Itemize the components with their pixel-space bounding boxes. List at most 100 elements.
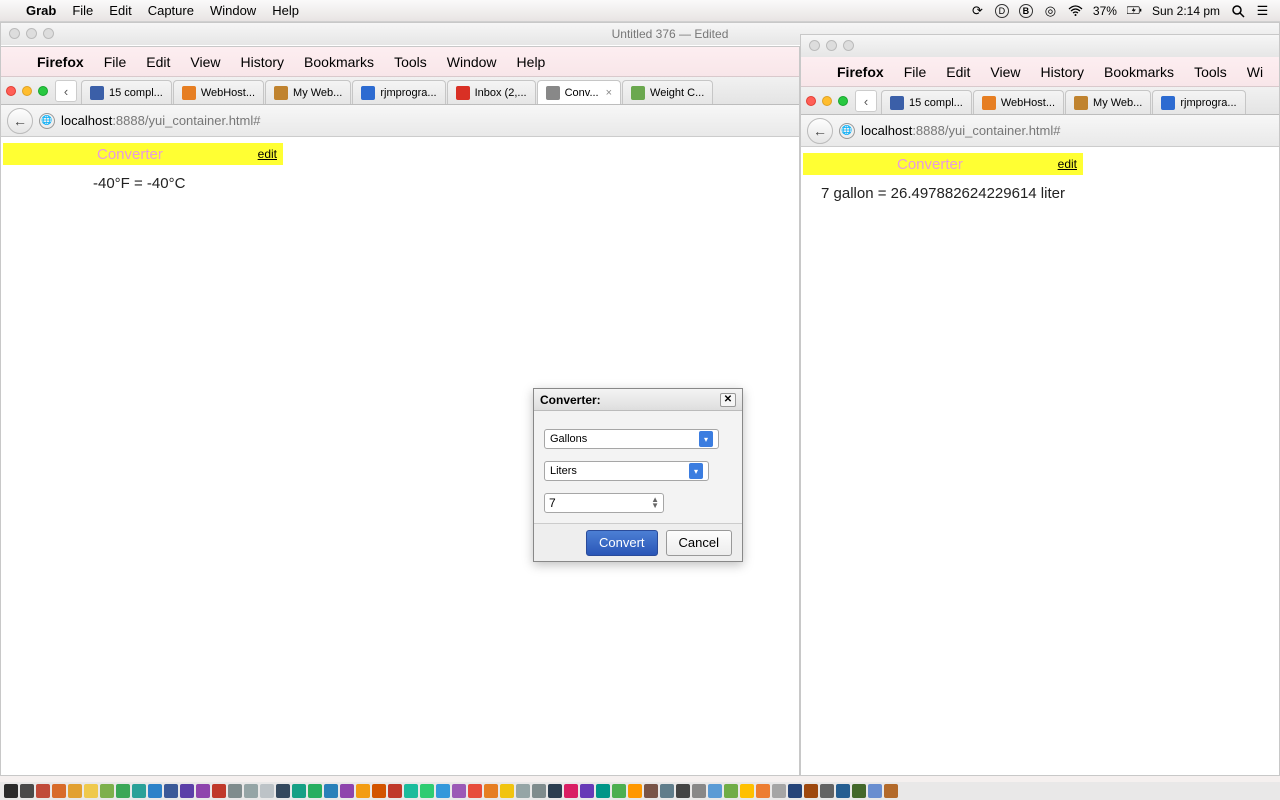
- to-unit-select[interactable]: Liters ▾: [544, 461, 709, 481]
- convert-button[interactable]: Convert: [586, 530, 658, 556]
- back-button[interactable]: ←: [7, 108, 33, 134]
- browser-tab[interactable]: WebHost...: [173, 80, 264, 104]
- close-icon[interactable]: ×: [606, 87, 612, 99]
- ff-bookmarks[interactable]: Bookmarks: [304, 54, 374, 70]
- dock-app-icon[interactable]: [596, 784, 610, 798]
- dock-app-icon[interactable]: [436, 784, 450, 798]
- dock-app-icon[interactable]: [260, 784, 274, 798]
- dock-app-icon[interactable]: [724, 784, 738, 798]
- dock-app-icon[interactable]: [772, 784, 786, 798]
- dock-app-icon[interactable]: [532, 784, 546, 798]
- browser-tab[interactable]: rjmprogra...: [1152, 90, 1245, 114]
- menu-help[interactable]: Help: [272, 3, 299, 18]
- dock-app-icon[interactable]: [228, 784, 242, 798]
- edit-link[interactable]: edit: [1058, 157, 1077, 171]
- dock-app-icon[interactable]: [564, 784, 578, 798]
- dock-app-icon[interactable]: [180, 784, 194, 798]
- ff-help[interactable]: Help: [517, 54, 546, 70]
- cancel-button[interactable]: Cancel: [666, 530, 732, 556]
- dock-app-icon[interactable]: [484, 784, 498, 798]
- dock-app-icon[interactable]: [164, 784, 178, 798]
- dock-app-icon[interactable]: [356, 784, 370, 798]
- dock-app-icon[interactable]: [132, 784, 146, 798]
- dock-app-icon[interactable]: [20, 784, 34, 798]
- traffic-zoom[interactable]: [38, 86, 48, 96]
- dock-app-icon[interactable]: [708, 784, 722, 798]
- dock-app-icon[interactable]: [388, 784, 402, 798]
- value-input[interactable]: 7 ▲▼: [544, 493, 664, 513]
- dock-app-icon[interactable]: [852, 784, 866, 798]
- dock-app-icon[interactable]: [548, 784, 562, 798]
- menu-file[interactable]: File: [72, 3, 93, 18]
- url-field[interactable]: localhost:8888/yui_container.html#: [61, 113, 260, 128]
- edit-link[interactable]: edit: [258, 147, 277, 161]
- browser-tab[interactable]: Inbox (2,...: [447, 80, 536, 104]
- dock-app-icon[interactable]: [244, 784, 258, 798]
- dock-app-icon[interactable]: [692, 784, 706, 798]
- dock-app-icon[interactable]: [324, 784, 338, 798]
- back-button[interactable]: ←: [807, 118, 833, 144]
- spotlight-icon[interactable]: [1230, 3, 1245, 18]
- dock-app-icon[interactable]: [804, 784, 818, 798]
- ff-view[interactable]: View: [190, 54, 220, 70]
- dock-app-icon[interactable]: [628, 784, 642, 798]
- spinner-icon[interactable]: ▲▼: [651, 497, 659, 509]
- dock-app-icon[interactable]: [372, 784, 386, 798]
- traffic-min[interactable]: [822, 96, 832, 106]
- list-icon[interactable]: ☰: [1255, 3, 1270, 18]
- dialog-close-button[interactable]: ✕: [720, 393, 736, 407]
- traffic-close[interactable]: [806, 96, 816, 106]
- ff-app[interactable]: Firefox: [837, 64, 884, 80]
- wifi-icon[interactable]: [1068, 3, 1083, 18]
- dock-app-icon[interactable]: [676, 784, 690, 798]
- browser-tab[interactable]: 15 compl...: [881, 90, 972, 114]
- dock-app-icon[interactable]: [68, 784, 82, 798]
- browser-tab[interactable]: rjmprogra...: [352, 80, 445, 104]
- dock-app-icon[interactable]: [756, 784, 770, 798]
- dock-app-icon[interactable]: [468, 784, 482, 798]
- traffic-min[interactable]: [22, 86, 32, 96]
- ff-edit[interactable]: Edit: [146, 54, 170, 70]
- d-icon[interactable]: D: [995, 4, 1009, 18]
- browser-tab[interactable]: My Web...: [265, 80, 351, 104]
- dock-app-icon[interactable]: [52, 784, 66, 798]
- dock-app-icon[interactable]: [84, 784, 98, 798]
- menu-capture[interactable]: Capture: [148, 3, 194, 18]
- dock-app-icon[interactable]: [36, 784, 50, 798]
- dock-app-icon[interactable]: [500, 784, 514, 798]
- clock[interactable]: Sun 2:14 pm: [1152, 4, 1220, 18]
- dock-app-icon[interactable]: [884, 784, 898, 798]
- dock-app-icon[interactable]: [148, 784, 162, 798]
- browser-tab[interactable]: Weight C...: [622, 80, 713, 104]
- browser-tab[interactable]: 15 compl...: [81, 80, 172, 104]
- tab-nav-back[interactable]: ‹: [855, 90, 877, 112]
- ff-tools[interactable]: Tools: [394, 54, 427, 70]
- dock-app-icon[interactable]: [836, 784, 850, 798]
- dock-app-icon[interactable]: [788, 784, 802, 798]
- dock-app-icon[interactable]: [340, 784, 354, 798]
- b-icon[interactable]: B: [1019, 4, 1033, 18]
- dock-app-icon[interactable]: [452, 784, 466, 798]
- dock-app-icon[interactable]: [612, 784, 626, 798]
- dock-app-icon[interactable]: [292, 784, 306, 798]
- from-unit-select[interactable]: Gallons ▾: [544, 429, 719, 449]
- menu-window[interactable]: Window: [210, 3, 256, 18]
- ff-app[interactable]: Firefox: [37, 54, 84, 70]
- ff-history[interactable]: History: [240, 54, 284, 70]
- ff-window[interactable]: Window: [447, 54, 497, 70]
- dock-app-icon[interactable]: [404, 784, 418, 798]
- browser-tab[interactable]: Conv...×: [537, 80, 621, 104]
- dock-app-icon[interactable]: [420, 784, 434, 798]
- dock-app-icon[interactable]: [212, 784, 226, 798]
- dock-app-icon[interactable]: [820, 784, 834, 798]
- ff-file[interactable]: File: [104, 54, 127, 70]
- dock-app-icon[interactable]: [4, 784, 18, 798]
- dock-app-icon[interactable]: [308, 784, 322, 798]
- dock-app-icon[interactable]: [868, 784, 882, 798]
- browser-tab[interactable]: WebHost...: [973, 90, 1064, 114]
- sync-icon[interactable]: ⟳: [970, 3, 985, 18]
- target-icon[interactable]: ◎: [1043, 3, 1058, 18]
- dock-app-icon[interactable]: [116, 784, 130, 798]
- menu-edit[interactable]: Edit: [109, 3, 131, 18]
- menubar-app[interactable]: Grab: [26, 3, 56, 18]
